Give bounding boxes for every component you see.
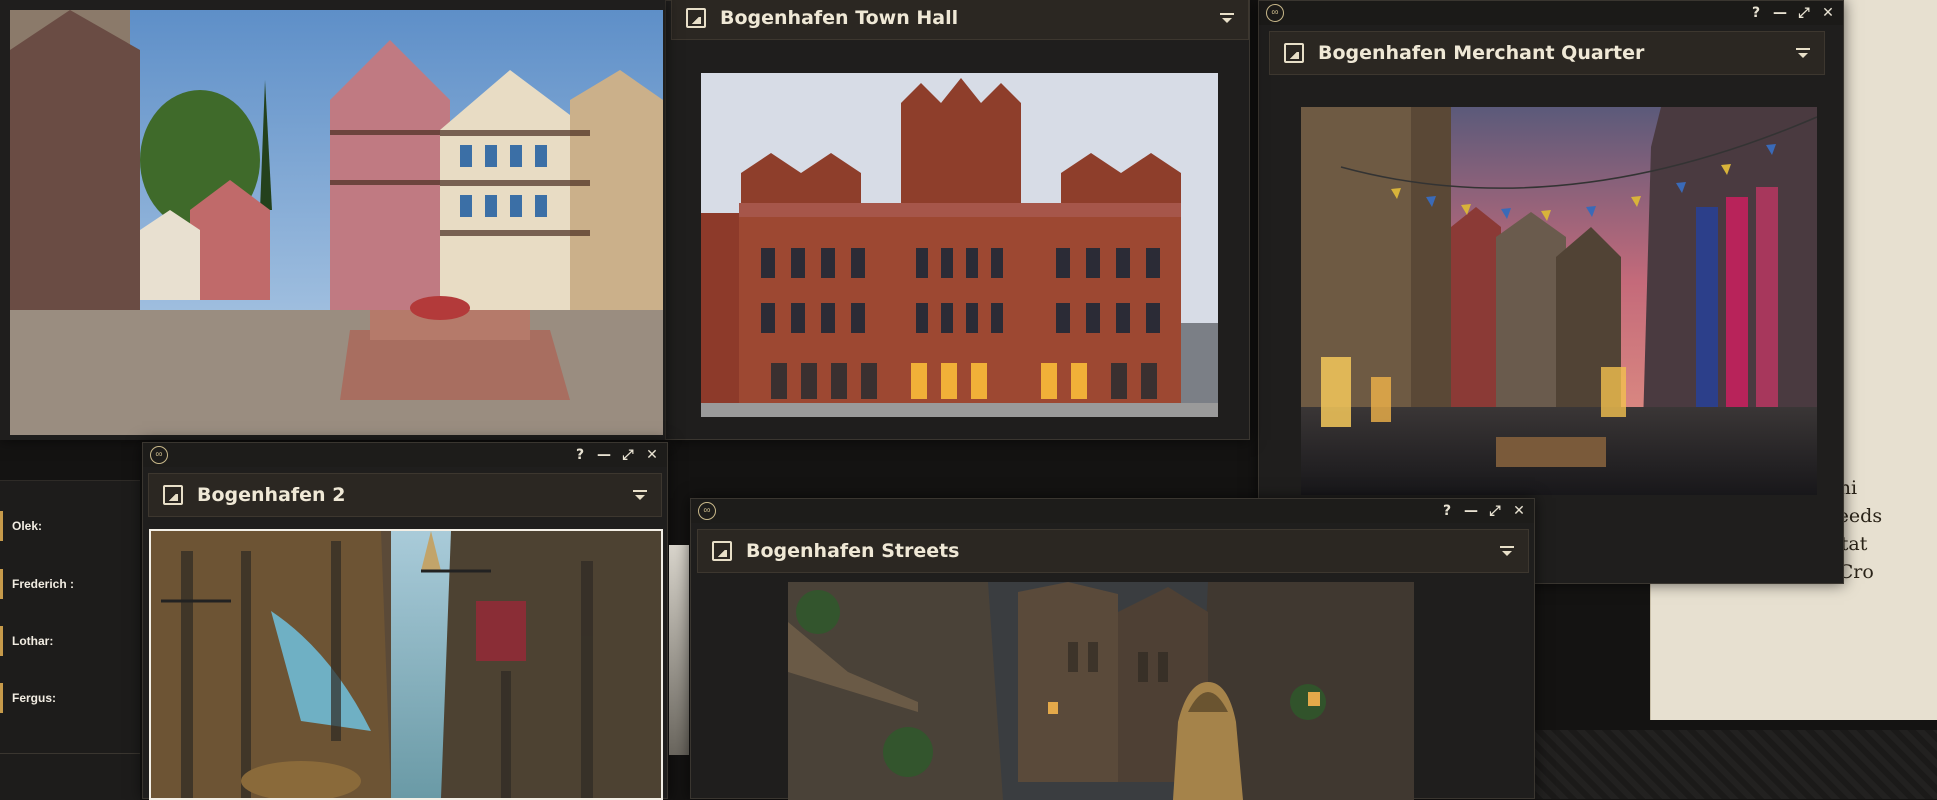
town-hall-image xyxy=(701,73,1218,417)
window-title: Bogenhafen 2 xyxy=(197,484,346,506)
streets-popout-bar: ∞ ? — ⤢ ✕ xyxy=(691,499,1534,523)
town-hall-header: Bogenhafen Town Hall xyxy=(671,0,1249,40)
window-title: Bogenhafen Streets xyxy=(746,540,960,562)
bogenhafen-2-window: ∞ ? — ⤢ ✕ Bogenhafen 2 xyxy=(142,442,668,800)
image-icon xyxy=(1284,43,1304,63)
collapse-menu-icon[interactable] xyxy=(633,490,647,500)
image-icon xyxy=(712,541,732,561)
bogenhafen-2-image xyxy=(149,529,663,800)
bogenhafen-2-popout-bar: ∞ ? — ⤢ ✕ xyxy=(143,443,667,467)
close-icon[interactable]: ✕ xyxy=(643,446,661,464)
bogenhafen-2-header: Bogenhafen 2 xyxy=(148,473,662,517)
background-image-slice xyxy=(669,545,689,755)
help-icon[interactable]: ? xyxy=(1438,502,1456,520)
maximize-icon[interactable]: ⤢ xyxy=(1795,4,1813,22)
merchant-quarter-popout-bar: ∞ ? — ⤢ ✕ xyxy=(1259,1,1843,25)
minimize-icon[interactable]: — xyxy=(595,446,613,464)
player-color-bar xyxy=(0,569,3,599)
player-name: Fergus: xyxy=(12,691,57,705)
streets-header: Bogenhafen Streets xyxy=(697,529,1529,573)
player-name: Lothar: xyxy=(12,634,54,648)
player-entry[interactable]: Lothar: xyxy=(0,626,140,656)
image-icon xyxy=(686,8,706,28)
player-entry[interactable]: Olek: xyxy=(0,511,140,541)
maximize-icon[interactable]: ⤢ xyxy=(1486,502,1504,520)
help-icon[interactable]: ? xyxy=(1747,4,1765,22)
popout-link-icon[interactable]: ∞ xyxy=(150,446,168,464)
minimize-icon[interactable]: — xyxy=(1771,4,1789,22)
bogenhafen-streets-window: ∞ ? — ⤢ ✕ Bogenhafen Streets xyxy=(690,498,1535,800)
sidebar-divider xyxy=(0,753,140,754)
collapse-menu-icon[interactable] xyxy=(1796,48,1810,58)
town-square-window xyxy=(0,0,665,440)
background-pattern xyxy=(1535,730,1937,799)
close-icon[interactable]: ✕ xyxy=(1819,4,1837,22)
town-square-image xyxy=(10,10,663,435)
window-title: Bogenhafen Merchant Quarter xyxy=(1318,42,1645,64)
player-name: Olek: xyxy=(12,519,43,533)
collapse-menu-icon[interactable] xyxy=(1220,13,1234,23)
merchant-quarter-image xyxy=(1301,107,1817,495)
image-icon xyxy=(163,485,183,505)
popout-link-icon[interactable]: ∞ xyxy=(698,502,716,520)
player-name: Frederich : xyxy=(12,577,75,591)
player-color-bar xyxy=(0,626,3,656)
help-icon[interactable]: ? xyxy=(571,446,589,464)
streets-image xyxy=(788,582,1414,800)
player-entry[interactable]: Fergus: xyxy=(0,683,140,713)
window-title: Bogenhafen Town Hall xyxy=(720,7,959,29)
merchant-quarter-header: Bogenhafen Merchant Quarter xyxy=(1269,31,1825,75)
popout-link-icon[interactable]: ∞ xyxy=(1266,4,1284,22)
close-icon[interactable]: ✕ xyxy=(1510,502,1528,520)
town-hall-window: Bogenhafen Town Hall xyxy=(665,0,1250,440)
collapse-menu-icon[interactable] xyxy=(1500,546,1514,556)
player-entry[interactable]: Frederich : xyxy=(0,569,140,599)
minimize-icon[interactable]: — xyxy=(1462,502,1480,520)
player-color-bar xyxy=(0,511,3,541)
player-color-bar xyxy=(0,683,3,713)
player-list: Olek: Frederich : Lothar: Fergus: xyxy=(0,480,140,800)
maximize-icon[interactable]: ⤢ xyxy=(619,446,637,464)
merchant-quarter-window: ∞ ? — ⤢ ✕ Bogenhafen Merchant Quarter xyxy=(1258,0,1844,584)
